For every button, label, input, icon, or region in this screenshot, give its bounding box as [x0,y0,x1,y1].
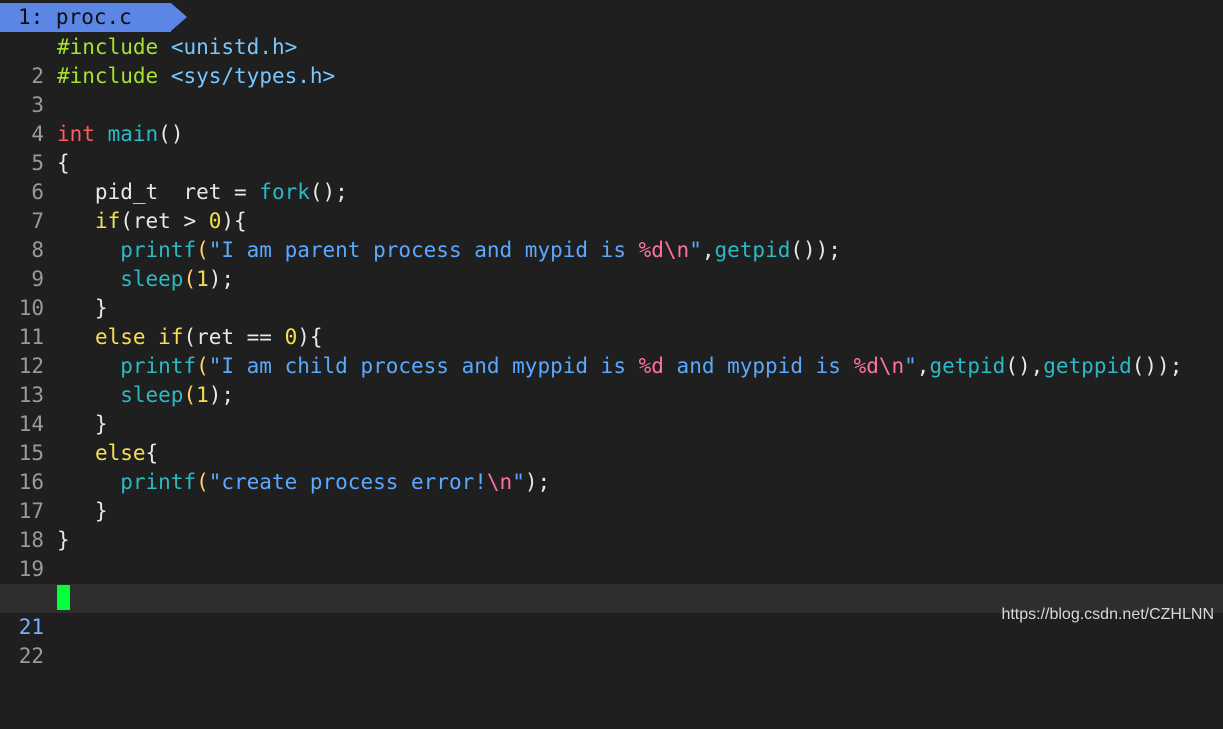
watermark: https://blog.csdn.net/CZHLNN [1001,606,1214,623]
function-name: main [107,122,159,146]
preprocessor-directive: #include [57,64,159,88]
function-call: getpid [929,354,1006,378]
code-line: 8 if(ret > 0){ [0,207,1223,262]
tabline: 1: proc.c [0,3,1223,32]
code-line: 18 } [0,497,1223,552]
escape-sequence: \n [486,470,513,494]
text-cursor [57,585,70,610]
code-line: 12 else if(ret == 0){ [0,323,1223,378]
function-call: sleep [120,267,184,291]
control-keyword: else if [94,325,184,349]
format-specifier: %d\n [638,238,690,262]
code-line: 2 #include <unistd.h> [0,33,1223,88]
number-literal: 0 [208,209,222,233]
code-line: 10 sleep(1); [0,265,1223,320]
code-line: 19 } [0,526,1223,581]
buffer-tab[interactable]: 1: proc.c [0,3,187,32]
code-line: 16 else{ [0,439,1223,494]
string-literal: "I am parent process and mypid is [208,238,639,262]
preprocessor-directive: #include [57,35,159,59]
function-call: printf [120,238,197,262]
function-call: printf [120,354,197,378]
type-keyword: int [57,122,95,146]
string-literal: "create process error! [208,470,487,494]
include-path: <sys/types.h> [170,64,336,88]
code-line: 9 printf("I am parent process and mypid … [0,236,1223,291]
control-keyword: else [94,441,146,465]
code-line: 4 [0,91,1223,146]
number-literal: 0 [284,325,298,349]
string-literal: "I am child process and myppid is [208,354,639,378]
control-keyword: if [94,209,121,233]
code-line: 20 [0,555,1223,610]
code-line: 7 pid_t ret = fork(); [0,178,1223,233]
code-line: 6 { [0,149,1223,204]
format-specifier: %d\n [853,354,905,378]
function-call: sleep [120,383,184,407]
code-line: 17 printf("create process error!\n"); [0,468,1223,523]
include-path: <unistd.h> [170,35,298,59]
format-specifier: %d [638,354,664,378]
function-call: getpid [714,238,791,262]
code-line: 5 int main() [0,120,1223,175]
line-number: 22 [18,644,44,668]
number-literal: 1 [196,383,209,407]
code-line: 14 sleep(1); [0,381,1223,436]
code-line: 13 printf("I am child process and myppid… [0,352,1223,407]
code-line: 11 } [0,294,1223,349]
function-call: fork [259,180,310,204]
function-call: getppid [1043,354,1132,378]
code-line: 15 } [0,410,1223,465]
function-call: printf [120,470,197,494]
number-literal: 1 [196,267,209,291]
code-line: 3 #include <sys/types.h> [0,62,1223,117]
code-editor[interactable]: 2 #include <unistd.h> 3 #include <sys/ty… [0,33,1223,668]
